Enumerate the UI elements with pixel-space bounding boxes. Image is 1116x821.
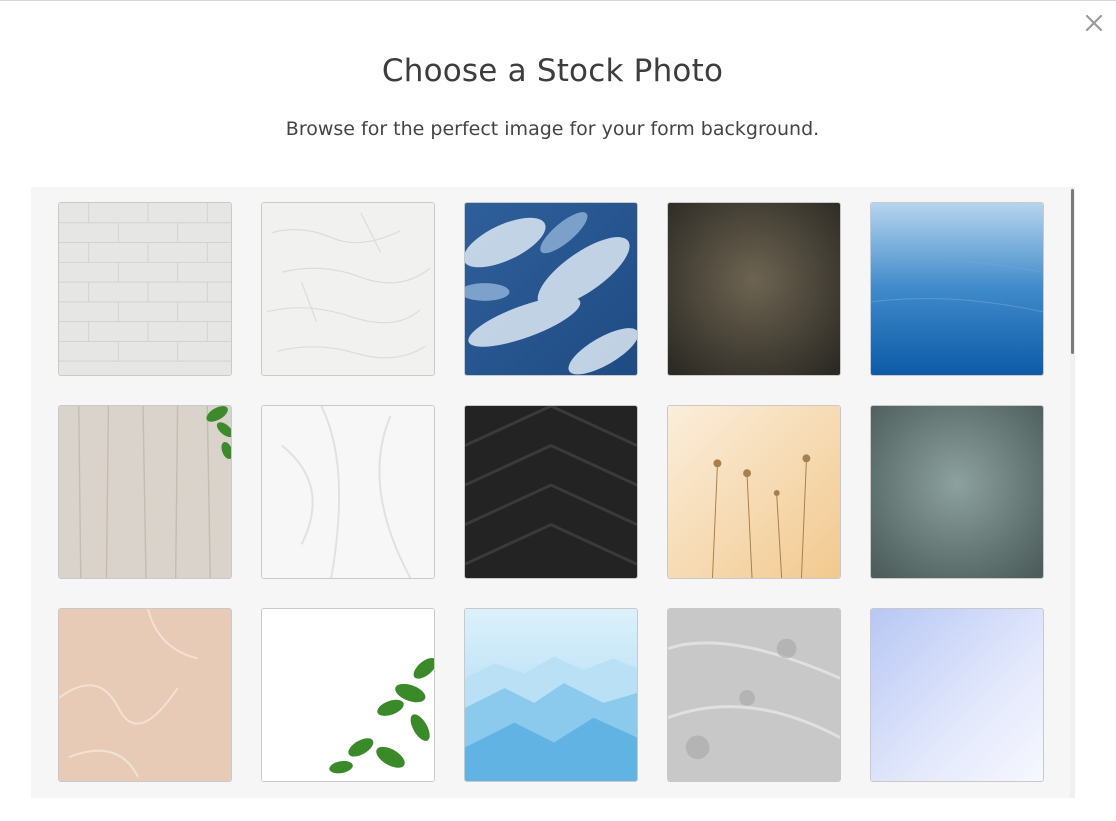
modal-title: Choose a Stock Photo <box>381 53 724 89</box>
dark-brown-grunge-photo[interactable] <box>667 202 841 376</box>
blue-clouds-photo[interactable] <box>464 202 638 376</box>
gallery-scrollbar-thumb[interactable] <box>1071 189 1074 354</box>
beige-stone-photo[interactable] <box>58 608 232 782</box>
modal-subtitle: Browse for the perfect image for your fo… <box>285 118 820 140</box>
white-plaster-texture-photo[interactable] <box>261 202 435 376</box>
black-chevron-wood-photo[interactable] <box>464 405 638 579</box>
stock-photo-modal: Choose a Stock Photo Browse for the perf… <box>0 0 1116 821</box>
golden-wildflowers-photo[interactable] <box>667 405 841 579</box>
white-fabric-photo[interactable] <box>261 405 435 579</box>
blue-water-gradient-photo[interactable] <box>870 202 1044 376</box>
photo-gallery[interactable] <box>31 187 1075 798</box>
close-icon <box>1085 14 1103 32</box>
light-wood-leaves-photo[interactable] <box>58 405 232 579</box>
white-brick-wall-photo[interactable] <box>58 202 232 376</box>
blue-misty-mountains-photo[interactable] <box>464 608 638 782</box>
photo-grid <box>58 202 1044 782</box>
close-button[interactable] <box>1082 11 1106 35</box>
white-with-green-leaves-photo[interactable] <box>261 608 435 782</box>
gallery-scrollbar[interactable] <box>1070 187 1075 798</box>
teal-concrete-photo[interactable] <box>870 405 1044 579</box>
gray-marble-photo[interactable] <box>667 608 841 782</box>
lavender-gradient-photo[interactable] <box>870 608 1044 782</box>
